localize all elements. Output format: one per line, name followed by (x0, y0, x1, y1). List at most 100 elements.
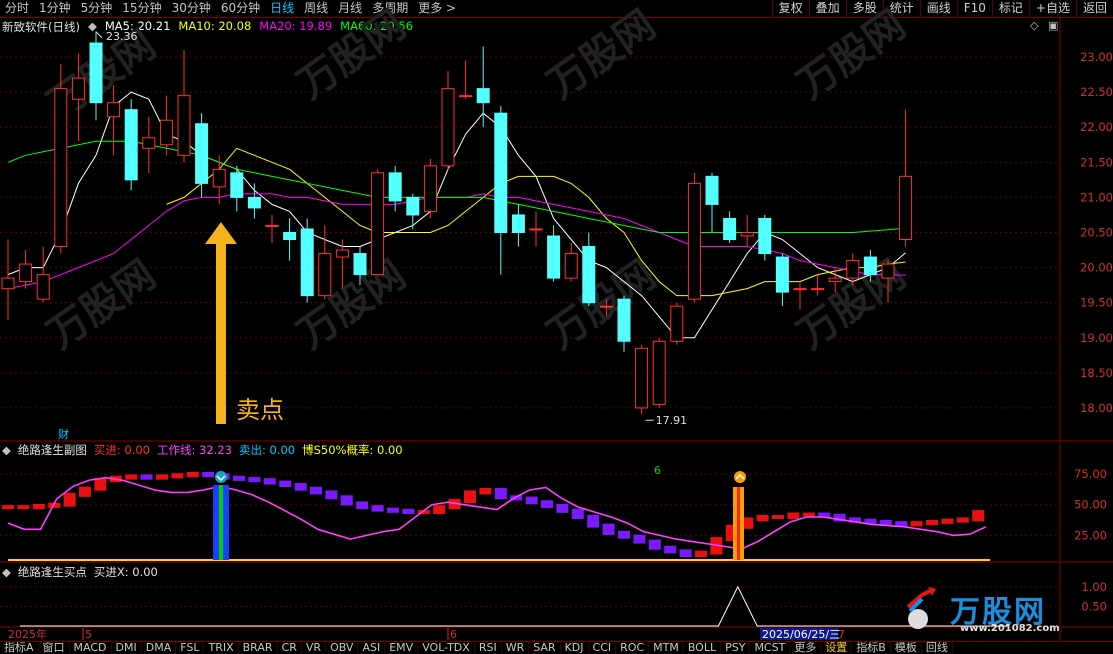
sub-bar-39 (602, 523, 615, 535)
signal-panel-legend: 买进X: 0.00 (94, 564, 158, 580)
candle-body-23 (406, 196, 420, 216)
finance-marker: 财 (58, 427, 69, 441)
sub-panel-legend: 买进: 0.00 工作线: 32.23 卖出: 0.00 博S50%概率: 0.00 (94, 442, 403, 458)
indicator-tab-19[interactable]: ROC (616, 642, 650, 654)
candle-body-9 (159, 119, 173, 146)
indicator-tab-26[interactable]: 指标B (852, 642, 891, 654)
main-y-tick-5: 20.50 (1080, 225, 1113, 239)
candle-body-28 (494, 112, 508, 233)
candle-body-13 (230, 172, 244, 198)
candle-body-35 (617, 298, 631, 342)
date-month-label-1: 6 (450, 628, 457, 641)
indicator-tab-8[interactable]: CR (278, 642, 302, 654)
sell-signal-bar-b (219, 485, 223, 560)
indicator-tab-10[interactable]: OBV (326, 642, 359, 654)
indicator-tab-22[interactable]: PSY (721, 642, 751, 654)
indicator-tab-7[interactable]: BRAR (239, 642, 278, 654)
sub-bar-43 (664, 545, 677, 554)
signal-panel-gear-icon[interactable]: ◆ (2, 565, 11, 579)
sub-bar-28 (433, 505, 446, 515)
sub-bar-52 (802, 512, 815, 517)
site-logo: 万股网 www.201082.com (900, 585, 1090, 635)
sub-bar-40 (618, 530, 630, 539)
sub-bar-21 (325, 490, 338, 500)
candle-body-5 (89, 42, 103, 104)
indicator-tab-5[interactable]: FSL (176, 642, 205, 654)
sub-bar-44 (679, 549, 692, 558)
candle-body-2 (36, 274, 50, 300)
main-y-tick-4: 21.00 (1080, 190, 1113, 204)
indicator-tab-0[interactable]: 指标A (0, 642, 39, 654)
candle-body-41 (723, 217, 737, 241)
candle-body-8 (142, 137, 156, 149)
candle-body-6 (107, 102, 121, 118)
candle-body-12 (212, 168, 226, 188)
indicator-tab-9[interactable]: VR (302, 642, 327, 654)
indicator-tab-27[interactable]: 模板 (891, 642, 922, 654)
main-y-tick-9: 18.50 (1080, 366, 1113, 380)
candle-body-45 (793, 288, 807, 291)
sub-legend-1: 工作线: 32.23 (157, 443, 232, 457)
buy-signal-bar-c (740, 487, 744, 560)
candle-body-37 (652, 340, 666, 405)
indicator-tab-4[interactable]: DMA (142, 642, 177, 654)
candle-body-25 (441, 88, 455, 167)
indicator-tab-14[interactable]: RSI (475, 642, 502, 654)
candle-body-3 (54, 88, 68, 248)
sub-y-tick-2: 25.00 (1074, 528, 1107, 542)
sub-bar-45 (695, 550, 707, 558)
indicator-tab-17[interactable]: KDJ (561, 642, 589, 654)
candle-body-19 (335, 249, 349, 258)
candle-body-36 (635, 347, 649, 409)
indicator-tab-18[interactable]: CCI (589, 642, 617, 654)
sub-bar-1 (17, 505, 30, 510)
candle-body-27 (476, 88, 490, 104)
sub-bar-59 (910, 521, 923, 527)
sub-bar-13 (202, 471, 215, 478)
candle-body-4 (71, 77, 85, 100)
signal-panel-title: 绝路逢生买点 (17, 565, 87, 579)
indicator-tab-25[interactable]: 设置 (821, 642, 853, 654)
main-y-tick-2: 22.00 (1080, 120, 1113, 134)
sell-signal-bar-c (223, 485, 229, 560)
sub-bar-35 (541, 500, 553, 508)
cursor-date-label: 2025/06/25/三 (762, 628, 840, 641)
candle-body-24 (423, 165, 437, 212)
indicator-tab-3[interactable]: DMI (112, 642, 142, 654)
sub-bar-16 (248, 476, 261, 483)
indicator-tab-12[interactable]: EMV (385, 642, 419, 654)
indicator-tab-15[interactable]: WR (502, 642, 530, 654)
indicator-tab-6[interactable]: TRIX (204, 642, 239, 654)
sub-bar-31 (479, 487, 492, 495)
candle-body-22 (388, 172, 402, 202)
indicator-tab-1[interactable]: 窗口 (39, 642, 70, 654)
date-year-label: 2025年 (8, 627, 47, 641)
chart-canvas: 23.00 22.50 22.00 21.50 21.00 20.50 20.00 19.50… (0, 2, 1113, 641)
candle-body-15 (265, 224, 279, 227)
indicator-tab-24[interactable]: 更多 (790, 642, 822, 654)
candle-body-38 (670, 305, 684, 342)
indicator-tab-20[interactable]: MTM (649, 642, 684, 654)
sub-bar-62 (956, 517, 969, 523)
indicator-tab-13[interactable]: VOL-TDX (418, 642, 475, 654)
indicator-tab-21[interactable]: BOLL (684, 642, 722, 654)
candle-body-44 (775, 256, 789, 293)
main-y-tick-1: 22.50 (1080, 85, 1113, 99)
sell-point-label: 卖点 (236, 396, 284, 424)
signal-count-label: 6 (654, 464, 661, 477)
sub-bar-60 (926, 519, 938, 526)
candle-body-33 (582, 246, 596, 304)
sub-bar-17 (263, 478, 276, 485)
high-pointer (95, 31, 103, 39)
candle-body-49 (863, 256, 877, 276)
candle-body-46 (811, 288, 825, 291)
sub-bar-61 (941, 518, 954, 524)
candle-body-30 (529, 228, 543, 231)
indicator-tab-23[interactable]: MCST (750, 642, 791, 654)
sub-y-tick-0: 75.00 (1074, 467, 1107, 481)
sub-panel-gear-icon[interactable]: ◆ (2, 443, 11, 457)
indicator-tab-16[interactable]: SAR (529, 642, 561, 654)
indicator-tab-2[interactable]: MACD (70, 642, 112, 654)
indicator-tab-28[interactable]: 回线 (922, 642, 953, 654)
indicator-tab-11[interactable]: ASI (358, 642, 386, 654)
